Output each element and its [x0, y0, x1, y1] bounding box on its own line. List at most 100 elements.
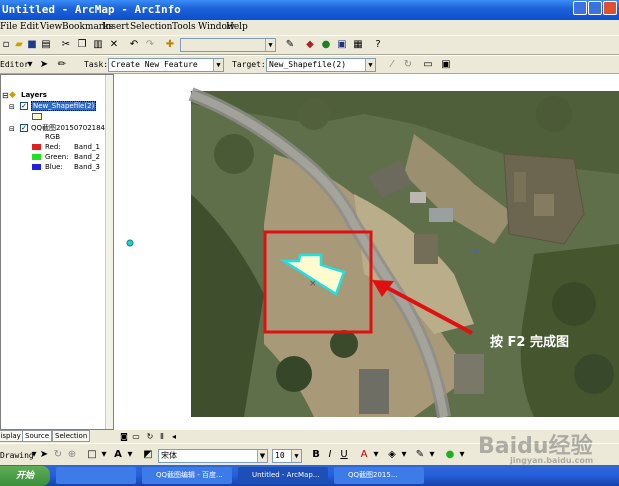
scale-combo[interactable]: ▼: [180, 38, 276, 52]
chevron-down-icon[interactable]: ▾: [370, 449, 382, 461]
sketch-properties-icon[interactable]: ▣: [440, 59, 452, 71]
layers-icon: ◆: [9, 90, 16, 100]
edit-vertices-icon[interactable]: ◩: [142, 449, 154, 461]
maximize-button[interactable]: [588, 1, 602, 15]
menu-bar: File Edit View Bookmarks Insert Selectio…: [0, 20, 619, 35]
new-text-icon[interactable]: A: [112, 449, 124, 461]
edit-tool-icon[interactable]: ➤: [38, 59, 50, 71]
rectangle-icon[interactable]: □: [86, 449, 98, 461]
save-icon[interactable]: ■: [26, 39, 38, 51]
italic-icon[interactable]: I: [324, 449, 336, 461]
catalog-icon[interactable]: ▦: [352, 39, 364, 51]
font-name-value: 宋体: [161, 451, 177, 460]
chevron-down-icon: ▼: [365, 59, 375, 71]
whats-this-icon[interactable]: ?: [372, 39, 384, 51]
menu-tools[interactable]: Tools: [172, 22, 196, 32]
title-bar: Untitled - ArcMap - ArcInfo: [0, 0, 619, 20]
expand-icon[interactable]: ⊟: [9, 125, 15, 133]
vertex-marker[interactable]: [126, 239, 134, 247]
font-size-value: 10: [275, 451, 285, 460]
tab-display[interactable]: Display: [0, 430, 24, 442]
layer1-symbol[interactable]: [32, 113, 42, 120]
red-channel-label: Red:: [45, 143, 61, 151]
new-doc-icon[interactable]: ▫: [0, 39, 12, 51]
sketch-tool-icon[interactable]: ✏: [56, 59, 68, 71]
redo-icon[interactable]: ↷: [144, 39, 156, 51]
editor-toolbar-icon[interactable]: ✎: [284, 39, 296, 51]
cut-icon[interactable]: ✂: [60, 39, 72, 51]
chevron-down-icon[interactable]: ▾: [124, 449, 136, 461]
attributes-icon[interactable]: ▭: [422, 59, 434, 71]
map-canvas[interactable]: × 按 F2 完成图 ⇢: [114, 74, 619, 430]
tab-selection[interactable]: Selection: [52, 430, 91, 442]
green-band-swatch: [32, 154, 41, 160]
taskbar-item-3[interactable]: Untitled - ArcMap...: [238, 467, 328, 484]
font-name-select[interactable]: 宋体 ▼: [158, 449, 268, 463]
taskbar-item-4[interactable]: QQ截图2015...: [334, 467, 424, 484]
command-line-icon[interactable]: ●: [320, 39, 332, 51]
pause-icon[interactable]: Ⅱ: [156, 431, 168, 443]
fill-color-icon[interactable]: ◈: [386, 449, 398, 461]
layer2-checkbox[interactable]: ✓: [20, 124, 28, 132]
select-elements-icon[interactable]: ➤: [38, 449, 50, 461]
paste-icon[interactable]: ▥: [92, 39, 104, 51]
bold-icon[interactable]: B: [310, 449, 322, 461]
open-folder-icon[interactable]: ▰: [13, 39, 25, 51]
font-size-select[interactable]: 10 ▼: [272, 449, 302, 463]
polygon-centroid-marker: ×: [309, 279, 317, 289]
arctoolbox-icon[interactable]: ◆: [304, 39, 316, 51]
red-band-swatch: [32, 144, 41, 150]
split-tool-icon[interactable]: ⁄: [386, 59, 398, 71]
toc-layer-raster[interactable]: QQ截图20150702184757: [31, 123, 113, 133]
undo-icon[interactable]: ↶: [128, 39, 140, 51]
menu-file[interactable]: File: [0, 22, 17, 32]
copy-icon[interactable]: ❐: [76, 39, 88, 51]
menu-view[interactable]: View: [40, 22, 62, 32]
layer1-checkbox[interactable]: ✓: [20, 102, 28, 110]
menu-help[interactable]: Help: [226, 22, 248, 32]
taskbar-item-2[interactable]: QQ截图编辑 - 百度...: [142, 467, 232, 484]
menu-insert[interactable]: Insert: [102, 22, 129, 32]
collapse-icon[interactable]: ⊟: [2, 91, 9, 100]
taskbar-item-1[interactable]: [56, 467, 136, 484]
toc-tabs: Display Source Selection: [0, 430, 114, 443]
underline-icon[interactable]: U: [338, 449, 350, 461]
add-data-icon[interactable]: ✚: [164, 39, 176, 51]
chevron-down-icon: ▼: [213, 59, 223, 71]
menu-edit[interactable]: Edit: [20, 22, 39, 32]
toc-layer-new-shapefile[interactable]: New_Shapefile(2): [31, 101, 97, 111]
blue-marker: ⇢: [470, 246, 478, 257]
toc-scrollbar[interactable]: [105, 75, 113, 429]
data-view-icon[interactable]: ◙: [118, 431, 130, 443]
print-icon[interactable]: ▤: [40, 39, 52, 51]
zoom-whole-page-icon[interactable]: ⊕: [66, 449, 78, 461]
minimize-button[interactable]: [573, 1, 587, 15]
font-color-icon[interactable]: A: [358, 449, 370, 461]
model-builder-icon[interactable]: ▣: [336, 39, 348, 51]
table-of-contents: ⊟ ◆ Layers ⊟ ✓ New_Shapefile(2) ⊟ ✓ QQ截图…: [0, 74, 114, 430]
start-button[interactable]: 开始: [0, 466, 50, 486]
close-button[interactable]: [603, 1, 617, 15]
delete-icon[interactable]: ✕: [108, 39, 120, 51]
marker-color-icon[interactable]: ●: [444, 449, 456, 461]
scroll-left-icon[interactable]: ◂: [168, 431, 180, 443]
refresh-icon[interactable]: ↻: [144, 431, 156, 443]
task-select[interactable]: Create New Feature ▼: [108, 58, 224, 72]
chevron-down-icon[interactable]: ▾: [456, 449, 468, 461]
target-select[interactable]: New_Shapefile(2) ▼: [266, 58, 376, 72]
green-band-label: Band_2: [74, 153, 100, 161]
map-view[interactable]: × 按 F2 完成图 ⇢: [114, 74, 619, 430]
layout-view-icon[interactable]: ▭: [130, 431, 142, 443]
chevron-down-icon[interactable]: ▾: [398, 449, 410, 461]
expand-icon[interactable]: ⊟: [9, 103, 15, 111]
chevron-down-icon[interactable]: ▾: [426, 449, 438, 461]
line-color-icon[interactable]: ✎: [414, 449, 426, 461]
menu-selection[interactable]: Selection: [130, 22, 172, 32]
chevron-down-icon[interactable]: ▾: [24, 59, 36, 71]
toc-root-layers[interactable]: Layers: [21, 91, 47, 99]
chevron-down-icon[interactable]: ▾: [98, 449, 110, 461]
tab-source[interactable]: Source: [22, 430, 53, 442]
rotate-icon[interactable]: ↻: [52, 449, 64, 461]
task-label: Task:: [84, 60, 109, 69]
rotate-tool-icon[interactable]: ↻: [402, 59, 414, 71]
